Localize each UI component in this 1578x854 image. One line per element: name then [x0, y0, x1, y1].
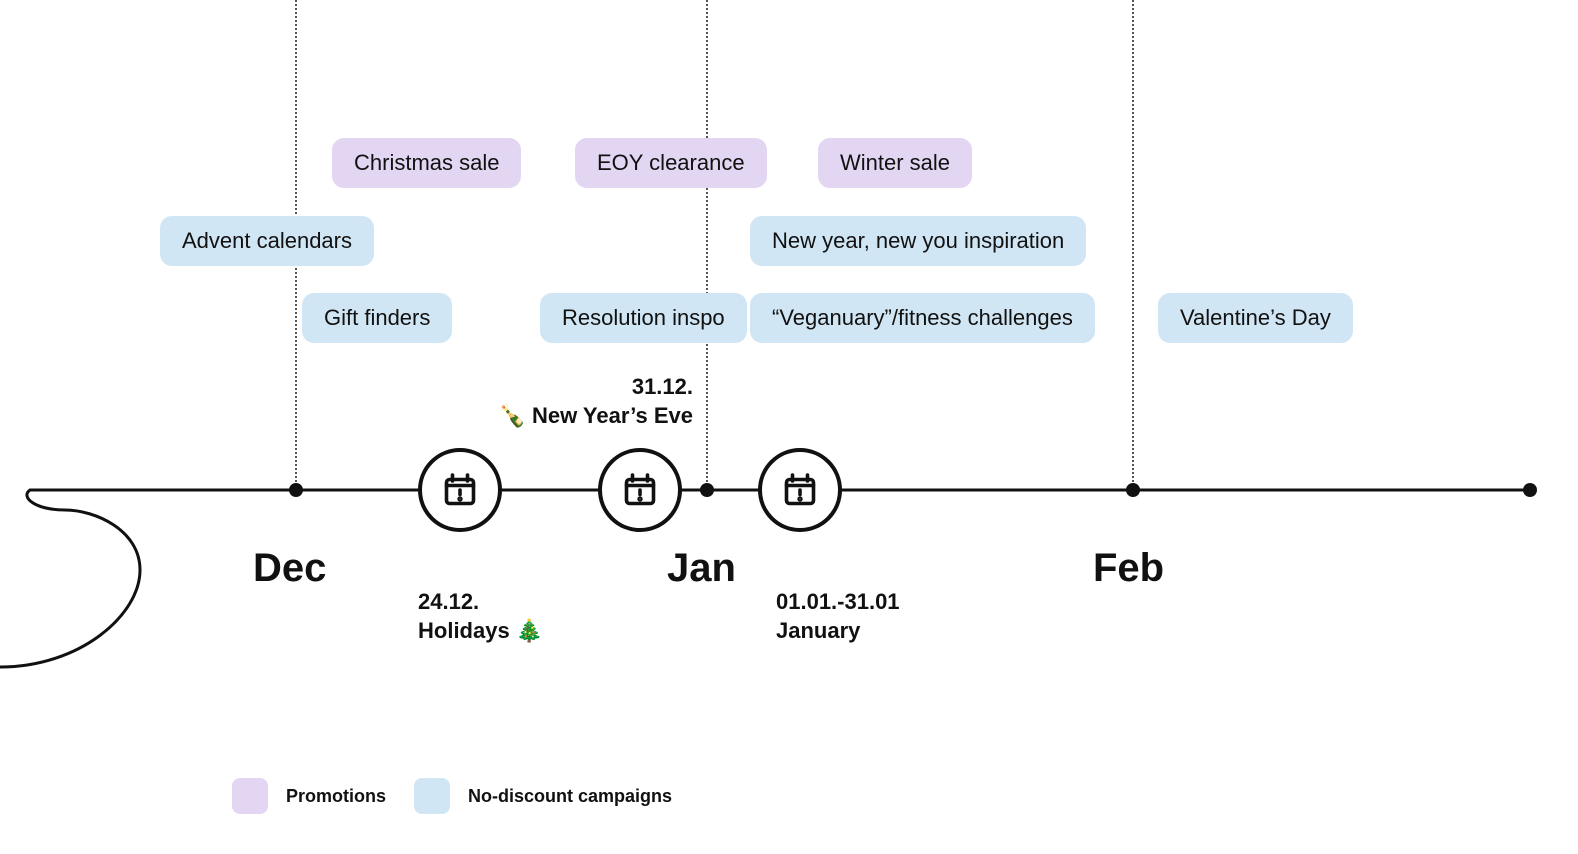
calendar-alert-icon: [782, 472, 818, 508]
calendar-alert-icon: [442, 472, 478, 508]
timeline-axis: [0, 0, 1578, 854]
milestone-january: [758, 448, 842, 532]
axis-dot-feb: [1126, 483, 1140, 497]
calendar-alert-icon: [622, 472, 658, 508]
axis-dot-jan: [700, 483, 714, 497]
axis-dot-dec: [289, 483, 303, 497]
timeline-diagram: Christmas sale EOY clearance Winter sale…: [0, 0, 1578, 854]
milestone-holidays: [418, 448, 502, 532]
milestone-nye: [598, 448, 682, 532]
axis-dot-end: [1523, 483, 1537, 497]
